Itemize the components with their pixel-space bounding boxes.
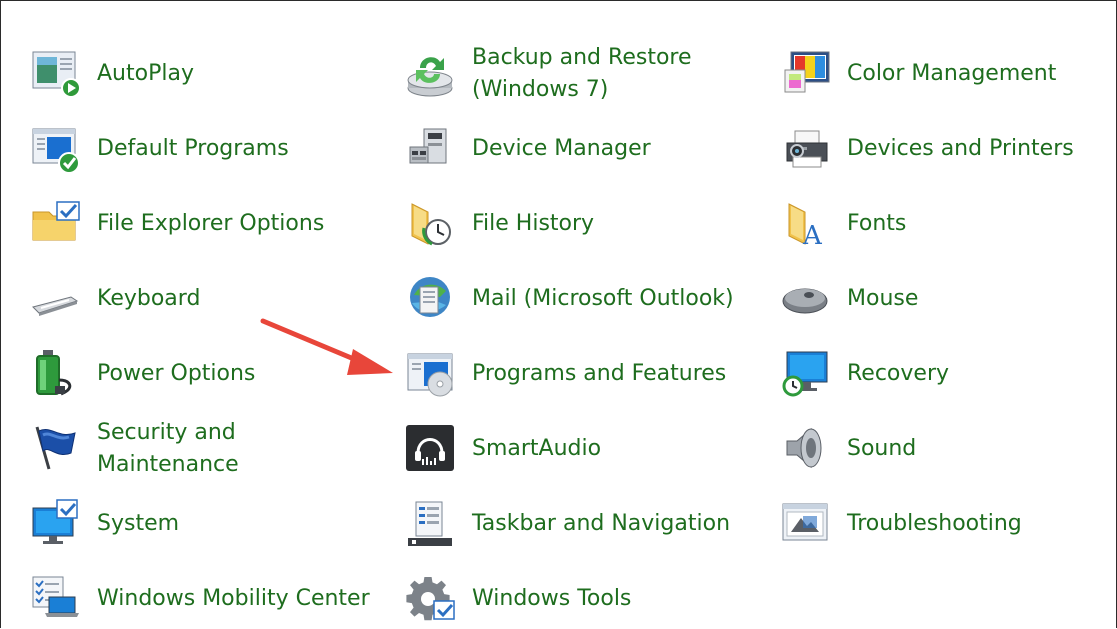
keyboard-icon	[31, 273, 83, 325]
recovery-icon	[781, 348, 833, 400]
item-taskbar-navigation[interactable]: Taskbar and Navigation	[406, 494, 746, 554]
item-default-programs[interactable]: Default Programs	[31, 119, 371, 179]
item-devices-printers[interactable]: Devices and Printers	[781, 119, 1117, 179]
svg-text:A: A	[802, 221, 823, 250]
autoplay-icon	[31, 48, 83, 100]
color-management-icon	[781, 48, 833, 100]
item-label: File Explorer Options	[97, 211, 325, 236]
control-panel-window: AutoPlay Backup and Restore (Windows 7) …	[0, 0, 1117, 628]
item-label: Color Management	[847, 61, 1057, 86]
item-smartaudio[interactable]: SmartAudio	[406, 419, 746, 479]
programs-features-icon	[406, 348, 458, 400]
item-fonts[interactable]: A Fonts	[781, 194, 1117, 254]
item-label: Windows Tools	[472, 586, 632, 611]
item-label: Keyboard	[97, 286, 201, 311]
item-label: SmartAudio	[472, 436, 602, 461]
item-device-manager[interactable]: Device Manager	[406, 119, 746, 179]
printer-icon	[781, 123, 833, 175]
backup-restore-icon	[406, 48, 458, 100]
headphones-icon	[406, 423, 458, 475]
item-label: Troubleshooting	[847, 511, 1022, 536]
gear-icon	[406, 573, 458, 625]
item-label: Mouse	[847, 286, 919, 311]
speaker-icon	[781, 423, 833, 475]
fonts-icon: A	[781, 198, 833, 250]
troubleshooting-icon	[781, 498, 833, 550]
device-manager-icon	[406, 123, 458, 175]
file-history-icon	[406, 198, 458, 250]
item-label: Mail (Microsoft Outlook)	[472, 286, 734, 311]
item-label: System	[97, 511, 180, 536]
flag-icon	[31, 423, 83, 475]
default-programs-icon	[31, 123, 83, 175]
item-label: Security and Maintenance	[97, 420, 239, 477]
mail-icon	[406, 273, 458, 325]
taskbar-icon	[406, 498, 458, 550]
item-windows-mobility-center[interactable]: Windows Mobility Center	[31, 569, 371, 629]
item-label: Default Programs	[97, 136, 289, 161]
item-troubleshooting[interactable]: Troubleshooting	[781, 494, 1117, 554]
item-file-history[interactable]: File History	[406, 194, 746, 254]
item-label: Device Manager	[472, 136, 651, 161]
item-system[interactable]: System	[31, 494, 371, 554]
folder-options-icon	[31, 198, 83, 250]
item-label: Power Options	[97, 361, 256, 386]
item-label: File History	[472, 211, 595, 236]
item-file-explorer-options[interactable]: File Explorer Options	[31, 194, 371, 254]
mobility-center-icon	[31, 573, 83, 625]
item-label: AutoPlay	[97, 61, 194, 86]
item-label: Windows Mobility Center	[97, 586, 370, 611]
item-power-options[interactable]: Power Options	[31, 344, 371, 404]
item-color-management[interactable]: Color Management	[781, 44, 1117, 104]
item-label: Programs and Features	[472, 361, 727, 386]
item-autoplay[interactable]: AutoPlay	[31, 44, 371, 104]
item-windows-tools[interactable]: Windows Tools	[406, 569, 746, 629]
item-label: Sound	[847, 436, 917, 461]
item-recovery[interactable]: Recovery	[781, 344, 1117, 404]
item-label: Taskbar and Navigation	[472, 511, 731, 536]
item-mouse[interactable]: Mouse	[781, 269, 1117, 329]
battery-icon	[31, 348, 83, 400]
item-keyboard[interactable]: Keyboard	[31, 269, 371, 329]
item-programs-features[interactable]: Programs and Features	[406, 344, 746, 404]
item-label: Devices and Printers	[847, 136, 1074, 161]
item-security-maintenance[interactable]: Security and Maintenance	[31, 419, 371, 479]
item-label: Fonts	[847, 211, 907, 236]
item-mail[interactable]: Mail (Microsoft Outlook)	[406, 269, 746, 329]
mouse-icon	[781, 273, 833, 325]
monitor-check-icon	[31, 498, 83, 550]
item-backup-restore[interactable]: Backup and Restore (Windows 7)	[406, 44, 746, 104]
item-sound[interactable]: Sound	[781, 419, 1117, 479]
item-label: Backup and Restore (Windows 7)	[472, 45, 692, 102]
item-label: Recovery	[847, 361, 950, 386]
